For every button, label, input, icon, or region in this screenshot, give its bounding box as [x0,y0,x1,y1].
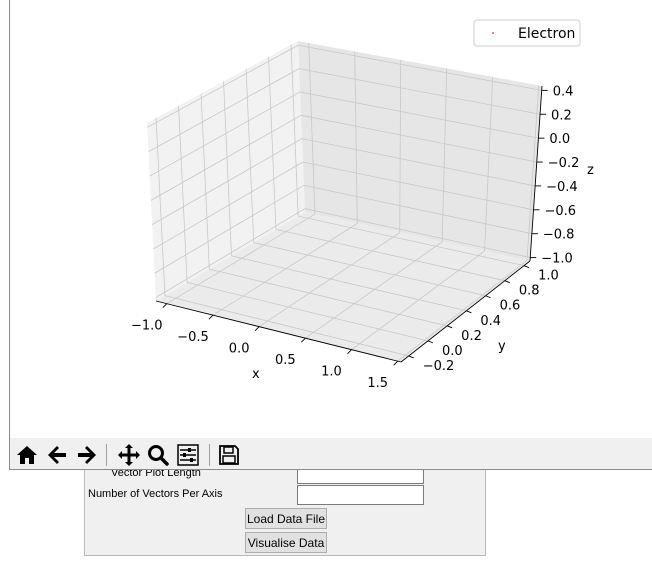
z-axis-label: z [587,163,594,178]
y-tick-label: 1.0 [538,269,559,284]
x-tick-label: 0.0 [229,342,250,357]
visualise-data-button[interactable]: Visualise Data [245,532,327,553]
settings-panel: Vector Plot Length Number of Vectors Per… [84,462,486,556]
x-tick [254,326,260,331]
y-tick [504,280,511,284]
x-tick [393,360,399,366]
x-tick [208,314,214,320]
y-tick [523,265,530,269]
z-tick-label: 0.0 [549,132,570,147]
x-tick-label: 1.0 [321,365,342,380]
z-tick-label: 0.4 [553,84,574,99]
save-icon[interactable] [215,441,243,469]
navigation-toolbar [10,438,652,469]
legend: Electron [473,19,581,47]
y-tick-label: −0.2 [423,359,455,374]
z-tick-label: 0.2 [551,108,572,123]
pan-icon[interactable] [115,441,143,469]
x-tick-label: −1.0 [131,319,163,334]
z-tick-label: −1.0 [541,252,573,267]
vectors-per-axis-label: Number of Vectors Per Axis [88,488,223,500]
x-tick-label: 0.5 [275,353,296,368]
legend-marker-icon [492,32,494,34]
y-tick [485,295,491,299]
legend-label: Electron [518,26,575,42]
toolbar-separator [209,444,210,466]
figure-window: −1.0 −0.5 0.0 0.5 1.0 1.5 −0.2 0.0 0.2 0.4 0.6 0.8 1… [9,0,652,470]
y-axis-label: y [498,339,506,354]
x-axis-label: x [252,367,260,382]
forward-icon[interactable] [73,441,101,469]
toolbar-separator [106,444,107,466]
zoom-icon[interactable] [144,441,172,469]
y-tick-label: 0.4 [480,314,501,329]
vectors-per-axis-input[interactable] [297,485,424,505]
z-tick-label: −0.8 [543,228,575,243]
z-tick-label: −0.4 [546,180,578,195]
configure-subplots-icon[interactable] [174,441,202,469]
y-tick-label: 0.6 [500,299,521,314]
load-data-file-button[interactable]: Load Data File [245,508,327,529]
x-tick [162,303,168,309]
y-tick-label: 0.0 [442,344,463,359]
y-tick [466,310,472,314]
y-tick-label: 0.8 [519,284,540,299]
x-tick-label: 1.5 [367,376,388,391]
y-tick-label: 0.2 [461,329,482,344]
back-icon[interactable] [43,441,71,469]
x-tick-label: −0.5 [177,330,209,345]
plot-3d-axes[interactable]: −1.0−0.50.00.51.01.5−0.20.00.20.40.60.81… [10,0,652,438]
x-tick [347,349,352,354]
y-tick [427,340,434,344]
z-tick-label: −0.2 [548,156,580,171]
home-icon[interactable] [13,441,41,469]
x-tick [301,337,306,343]
z-tick-label: −0.6 [545,204,577,219]
y-tick [408,355,414,359]
y-tick [447,325,453,329]
